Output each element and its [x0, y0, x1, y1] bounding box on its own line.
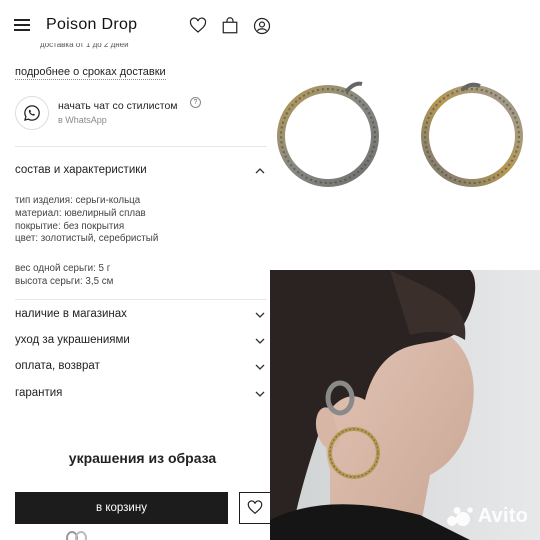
whatsapp-chat-button[interactable] — [15, 96, 49, 130]
earrings-product-photo — [277, 81, 523, 187]
add-to-favorites-button[interactable] — [239, 492, 271, 524]
spec-list: тип изделия: серьги-кольца материал: юве… — [15, 195, 158, 246]
accordion-label: оплата, возврат — [15, 360, 100, 372]
chat-stylist-title[interactable]: начать чат со стилистом — [58, 100, 178, 112]
avito-watermark-text: Avito — [477, 505, 528, 527]
help-icon[interactable]: ? — [190, 97, 201, 108]
chevron-down-icon — [255, 391, 265, 397]
chevron-down-icon — [255, 312, 265, 318]
accordion-label: гарантия — [15, 387, 63, 399]
product-image[interactable] — [272, 0, 540, 268]
accordion-composition[interactable]: состав и характеристики — [15, 164, 267, 180]
spec-material: материал: ювелирный сплав — [15, 207, 146, 219]
profile-icon[interactable] — [253, 17, 271, 35]
delivery-details-link[interactable]: подробнее о сроках доставки — [15, 66, 166, 80]
accordion-label: уход за украшениями — [15, 334, 130, 346]
accordion-care[interactable]: уход за украшениями — [15, 334, 267, 350]
chevron-up-icon — [255, 168, 265, 174]
spec-height: высота серьги: 3,5 см — [15, 275, 114, 287]
top-bar: Poison Drop — [0, 0, 272, 46]
accordion-payment[interactable]: оплата, возврат — [15, 360, 267, 376]
avito-watermark: Avito — [446, 505, 528, 528]
heart-icon — [247, 500, 263, 515]
model-wearing-earrings-image — [270, 270, 540, 540]
bag-icon[interactable] — [221, 17, 239, 35]
right-hoop — [421, 82, 523, 187]
accordion-warranty[interactable]: гарантия — [15, 387, 267, 403]
chevron-down-icon — [255, 364, 265, 370]
add-to-cart-button[interactable]: в корзину — [15, 492, 228, 524]
left-hoop — [277, 81, 379, 187]
model-photo[interactable]: Avito — [270, 270, 540, 540]
accordion-label: состав и характеристики — [15, 164, 147, 176]
whatsapp-icon — [24, 105, 40, 121]
spec-weight: вес одной серьги: 5 г — [15, 263, 111, 274]
spec-color: цвет: золотистый, серебристый — [15, 233, 159, 245]
look-section-title: украшения из образа — [68, 450, 217, 466]
avito-logo-icon — [446, 506, 473, 526]
spec-coating: покрытие: без покрытия — [15, 220, 125, 232]
product-thumbnail[interactable] — [64, 528, 88, 540]
brand-logo[interactable]: Poison Drop — [46, 16, 137, 34]
chevron-down-icon — [255, 338, 265, 344]
spec-list-size: вес одной серьги: 5 г высота серьги: 3,5… — [15, 263, 113, 289]
divider — [15, 299, 267, 300]
accordion-stores[interactable]: наличие в магазинах — [15, 308, 267, 324]
chat-stylist-subtitle: в WhatsApp — [58, 115, 107, 125]
menu-icon[interactable] — [14, 19, 30, 31]
product-info-panel: Poison Drop доставка от 1 до 2 дней подр… — [0, 0, 272, 540]
spec-type: тип изделия: серьги-кольца — [15, 195, 141, 206]
accordion-label: наличие в магазинах — [15, 308, 127, 320]
heart-icon[interactable] — [189, 17, 207, 35]
divider — [15, 146, 267, 147]
